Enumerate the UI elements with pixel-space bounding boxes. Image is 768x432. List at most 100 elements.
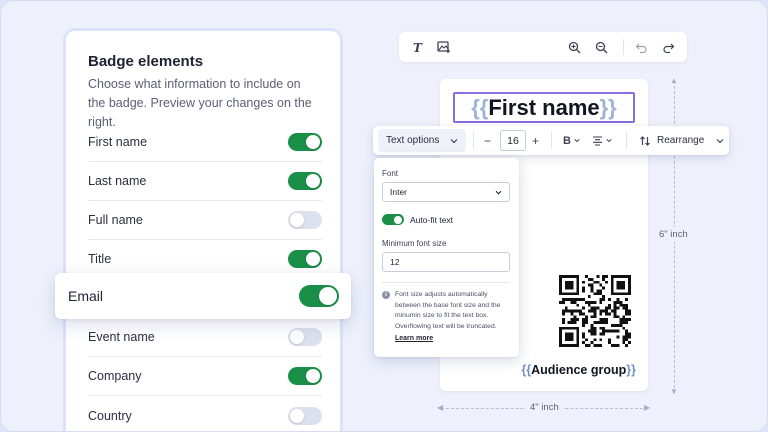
qr-module: [607, 298, 611, 301]
qr-module: [582, 321, 585, 324]
qr-module: [570, 312, 574, 316]
qr-module: [576, 303, 580, 307]
font-select[interactable]: Inter: [382, 182, 510, 202]
qr-module: [616, 306, 620, 310]
qr-module: [613, 300, 617, 304]
chevron-down-icon: [606, 139, 612, 143]
chevron-down-icon: [716, 138, 724, 143]
title-toggle[interactable]: [288, 250, 322, 268]
toolbar-divider: [473, 132, 474, 149]
qr-module: [616, 335, 620, 339]
qr-module: [593, 312, 597, 316]
qr-module: [582, 286, 585, 290]
qr-module: [593, 315, 597, 319]
qr-module: [605, 329, 608, 333]
qr-module: [590, 315, 594, 319]
country-toggle[interactable]: [288, 406, 322, 425]
qr-module: [590, 309, 594, 313]
qr-module: [599, 318, 603, 322]
qr-module: [605, 275, 608, 278]
qr-module: [619, 303, 623, 307]
qr-module: [616, 315, 620, 319]
qr-module: [579, 309, 583, 313]
text-options-dropdown[interactable]: Text options: [378, 129, 466, 152]
first-name-toggle[interactable]: [288, 133, 322, 151]
first-name-placeholder: First name: [488, 94, 600, 120]
qr-module: [607, 303, 611, 307]
toolbar-divider: [551, 132, 552, 149]
undo-icon[interactable]: [632, 38, 650, 56]
qr-module: [593, 338, 597, 342]
qr-module: [590, 326, 594, 330]
qr-module: [582, 289, 585, 293]
qr-module: [613, 312, 617, 316]
first-name-field-selected[interactable]: {{First name}}: [453, 92, 635, 123]
qr-module: [561, 300, 565, 304]
qr-module: [582, 312, 585, 316]
qr-module: [596, 280, 600, 284]
qr-module: [613, 344, 617, 347]
audience-group-field[interactable]: {{Audience group}}: [440, 363, 636, 377]
last-name-toggle[interactable]: [288, 172, 322, 190]
qr-module: [616, 298, 620, 301]
qr-module: [573, 298, 577, 301]
qr-module: [619, 323, 623, 327]
element-label: Event name: [88, 330, 155, 344]
qr-module: [616, 344, 620, 347]
learn-more-link[interactable]: Learn more: [395, 335, 433, 342]
min-font-size-value: 12: [390, 257, 400, 267]
qr-module: [599, 344, 603, 347]
company-toggle[interactable]: [288, 367, 322, 385]
qr-code: [559, 275, 631, 347]
qr-module: [613, 323, 617, 327]
align-button[interactable]: [592, 132, 612, 149]
font-size-input[interactable]: 16: [500, 130, 526, 151]
qr-module: [590, 277, 594, 281]
qr-module: [599, 326, 603, 330]
qr-module: [622, 318, 626, 322]
event-name-toggle[interactable]: [288, 328, 322, 346]
qr-module: [625, 344, 629, 347]
qr-module: [584, 338, 588, 342]
qr-module: [616, 329, 620, 333]
toggle-knob: [319, 287, 337, 305]
qr-module: [590, 289, 594, 293]
panel-title: Badge elements: [88, 53, 204, 70]
qr-module: [628, 318, 631, 322]
element-label: Company: [88, 369, 142, 383]
qr-module: [613, 306, 617, 310]
qr-module: [584, 344, 588, 347]
element-row-email-dragging[interactable]: Email: [55, 273, 351, 319]
qr-module: [607, 329, 611, 333]
text-icon[interactable]: T: [408, 38, 426, 56]
qr-module: [605, 309, 608, 313]
qr-module: [561, 309, 565, 313]
qr-module: [613, 309, 617, 313]
qr-module: [616, 300, 620, 304]
qr-module: [590, 341, 594, 345]
bold-button[interactable]: B: [563, 132, 580, 149]
qr-module: [616, 280, 626, 290]
qr-module: [625, 321, 629, 324]
decrease-size-button[interactable]: −: [484, 132, 491, 149]
qr-module: [619, 321, 623, 324]
add-image-icon[interactable]: [435, 38, 453, 56]
qr-module: [605, 306, 608, 310]
svg-text:T: T: [413, 41, 423, 53]
rearrange-button[interactable]: Rearrange: [639, 129, 724, 152]
increase-size-button[interactable]: +: [532, 132, 539, 149]
qr-module: [564, 332, 574, 342]
qr-module: [573, 321, 577, 324]
zoom-out-icon[interactable]: [592, 38, 610, 56]
element-label: Last name: [88, 174, 147, 188]
email-toggle[interactable]: [299, 285, 339, 307]
qr-module: [599, 312, 603, 316]
autofit-toggle[interactable]: [382, 214, 404, 225]
qr-module: [587, 344, 591, 347]
redo-icon[interactable]: [659, 38, 677, 56]
full-name-toggle[interactable]: [288, 211, 322, 229]
min-font-size-input[interactable]: 12: [382, 252, 510, 272]
qr-module: [561, 321, 565, 324]
zoom-in-icon[interactable]: [565, 38, 583, 56]
qr-module: [593, 292, 597, 296]
